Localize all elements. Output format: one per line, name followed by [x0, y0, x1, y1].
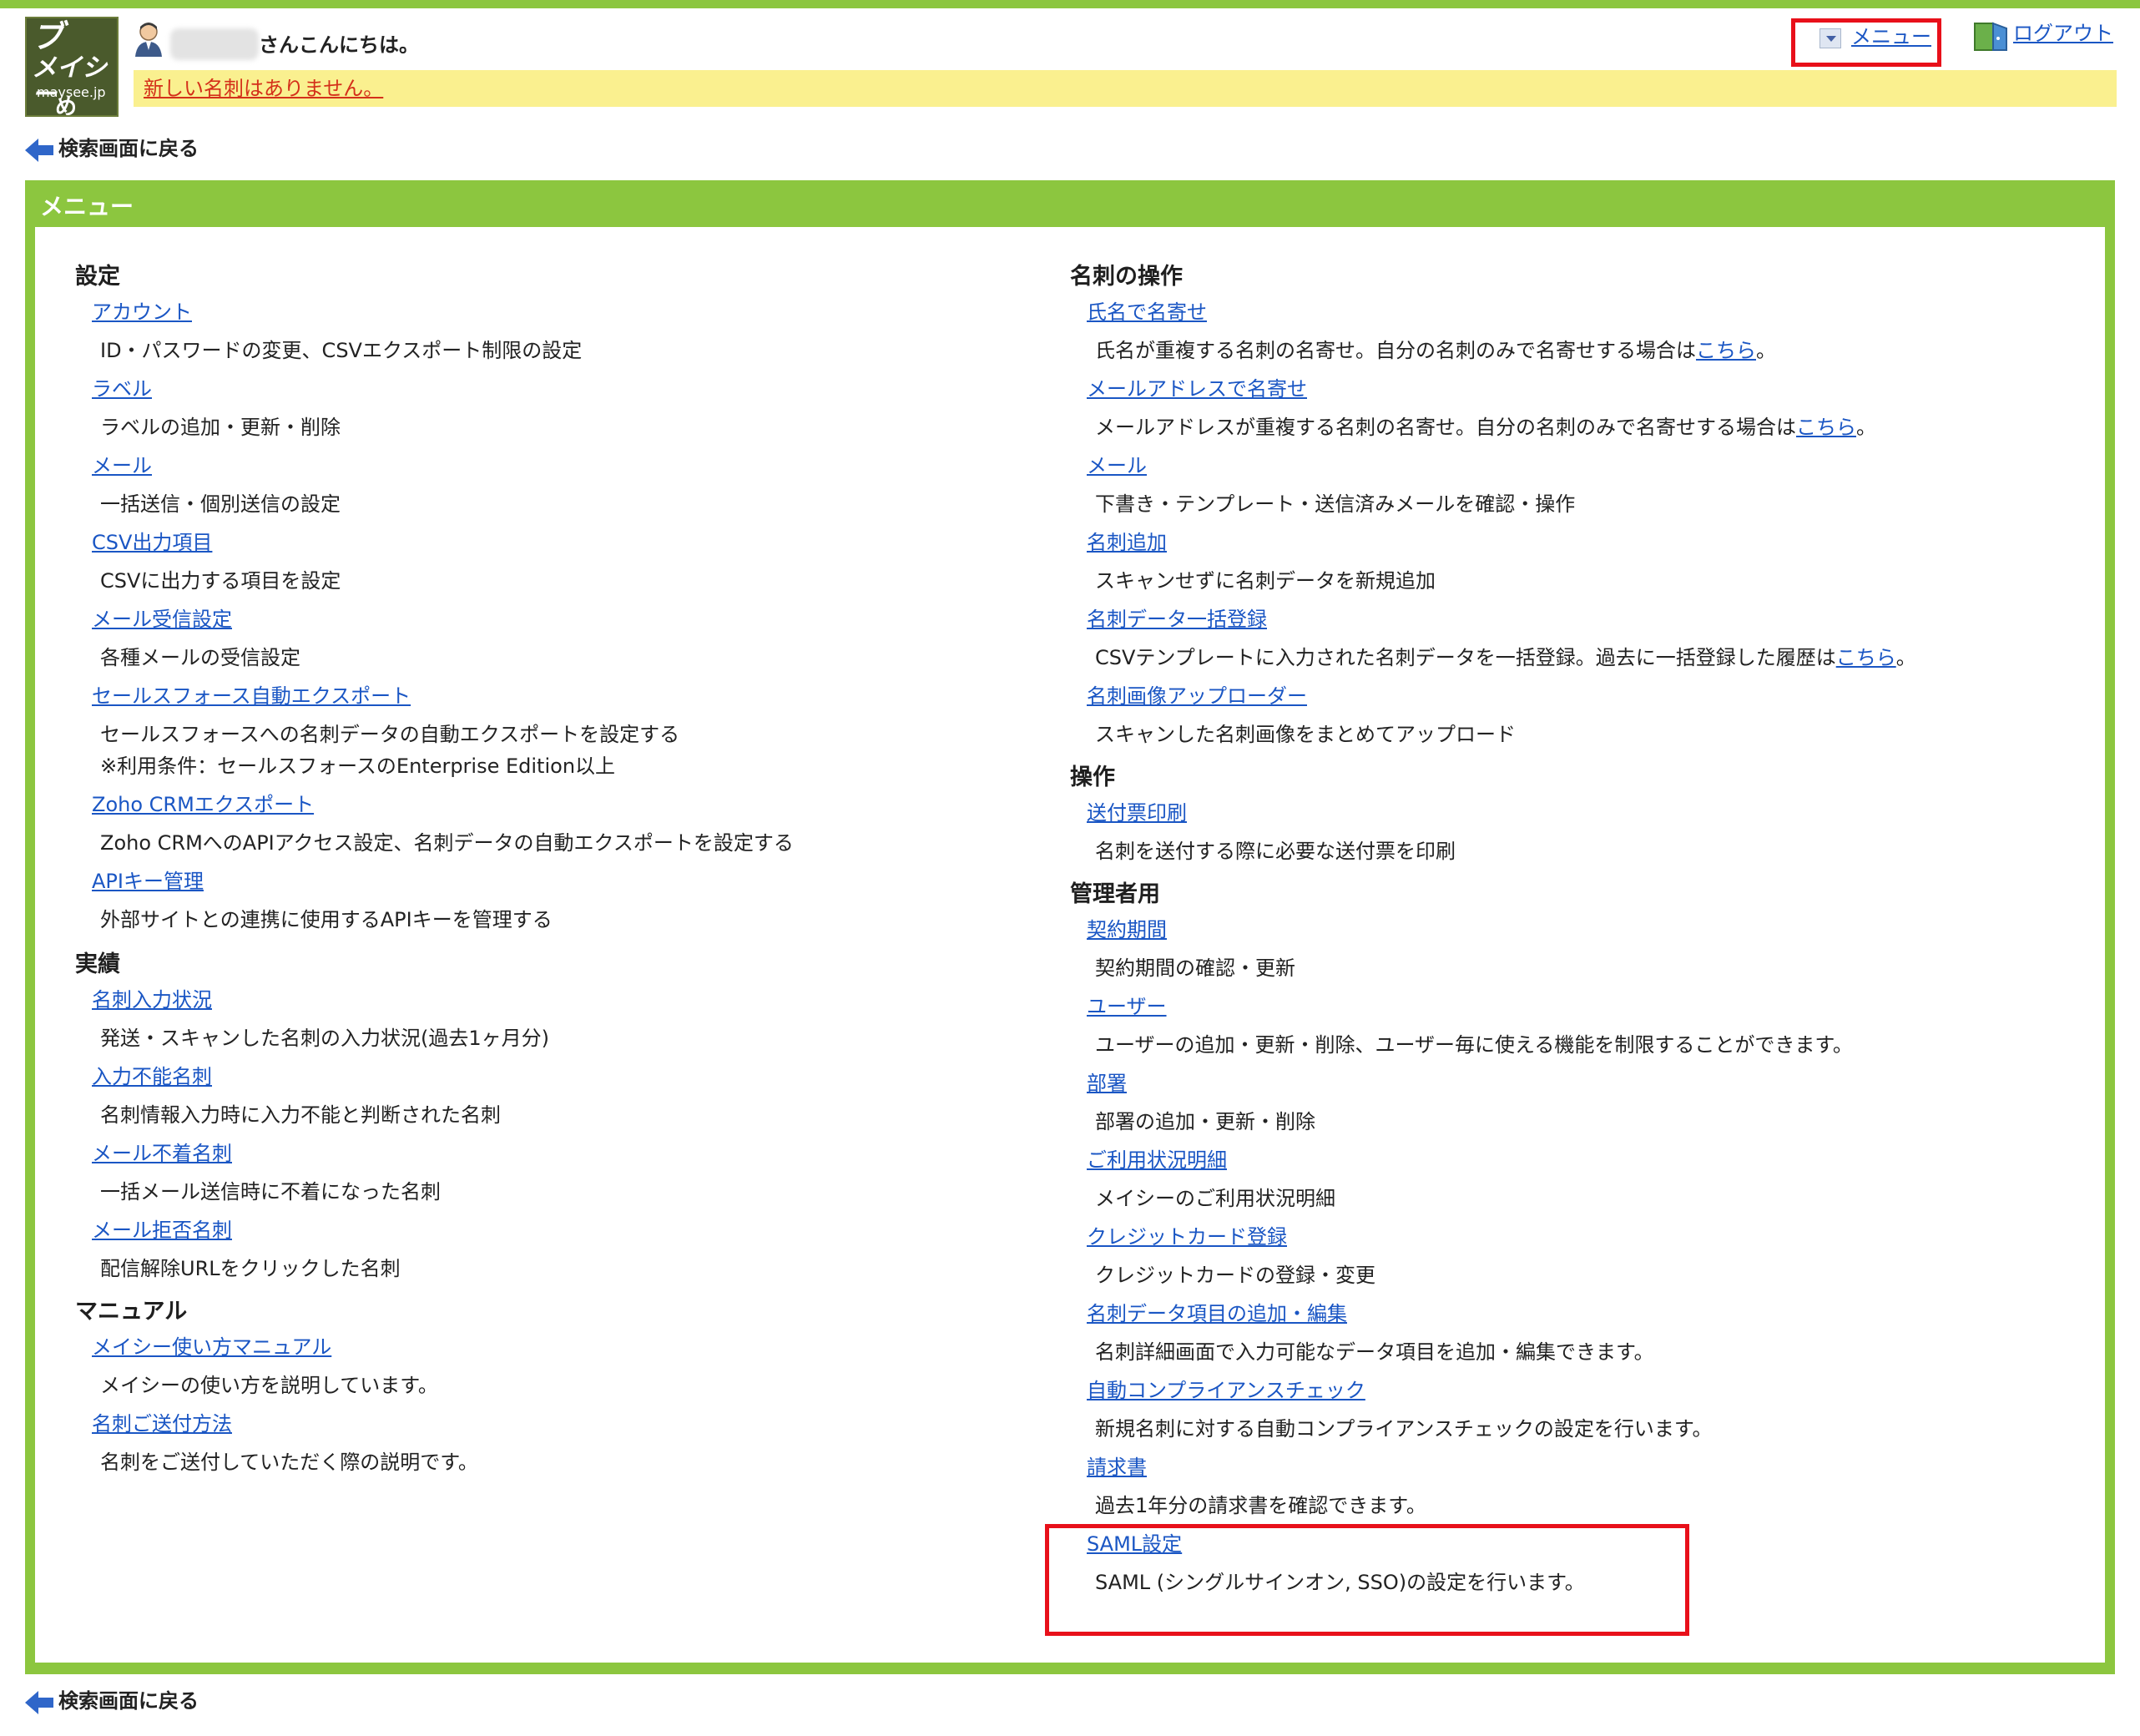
link-merge-by-name[interactable]: 氏名で名寄せ	[1087, 297, 1207, 327]
maysee-logo[interactable]: ブ メイシー maysee.jp め	[25, 17, 119, 117]
link-compliance-check[interactable]: 自動コンプライアンスチェック	[1087, 1375, 1365, 1405]
notice-bar: 新しい名刺はありません。	[134, 70, 2117, 107]
link-users[interactable]: ユーザー	[1087, 992, 1167, 1022]
link-undelivered-cards[interactable]: メール不着名刺	[92, 1138, 232, 1168]
panel-title: メニュー	[40, 193, 134, 220]
desc-merge-by-email: メールアドレスが重複する名刺の名寄せ。自分の名刺のみで名寄せする場合はこちら。	[1095, 416, 1876, 439]
desc-account: ID・パスワードの変更、CSVエクスポート制限の設定	[100, 339, 583, 362]
desc-print-slip: 名刺を送付する際に必要な送付票を印刷	[1095, 840, 1456, 863]
heading-card-ops: 名刺の操作	[1070, 264, 1183, 290]
desc-undelivered-cards: 一括メール送信時に不着になった名刺	[100, 1180, 441, 1204]
desc-card-data-fields: 名刺詳細画面で入力可能なデータ項目を追加・編集できます。	[1095, 1340, 1654, 1364]
desc-sending-method: 名刺をご送付していただく際の説明です。	[100, 1451, 478, 1474]
link-uninputtable-cards[interactable]: 入力不能名刺	[92, 1062, 212, 1092]
user-avatar-icon	[135, 23, 162, 57]
desc-contract-period: 契約期間の確認・更新	[1095, 956, 1295, 980]
link-image-uploader[interactable]: 名刺画像アップローダー	[1087, 681, 1307, 711]
desc-bulk-register: CSVテンプレートに入力された名刺データを一括登録。過去に一括登録した履歴はこち…	[1095, 646, 1916, 669]
link-label[interactable]: ラベル	[92, 374, 152, 404]
back-to-search-link-bottom[interactable]: 検索画面に戻る	[58, 1688, 199, 1714]
desc-users: ユーザーの追加・更新・削除、ユーザー毎に使える機能を制限することができます。	[1095, 1033, 1853, 1057]
desc-salesforce-export: セールスフォースへの名刺データの自動エクスポートを設定する	[100, 723, 680, 746]
desc-salesforce-condition: ※利用条件：セールスフォースのEnterprise Edition以上	[100, 754, 616, 778]
logo-line-4: め	[55, 95, 78, 117]
heading-results: 実績	[75, 951, 120, 977]
desc-image-uploader: スキャンした名刺画像をまとめてアップロード	[1095, 723, 1516, 746]
link-mail-receive[interactable]: メール受信設定	[92, 604, 232, 634]
logo-line-1: ブ	[32, 18, 64, 55]
link-api-key[interactable]: APIキー管理	[92, 866, 204, 896]
merge-by-name-own-link[interactable]: こちら	[1696, 339, 1756, 362]
desc-csv-output: CSVに出力する項目を設定	[100, 569, 341, 593]
link-bulk-register[interactable]: 名刺データ一括登録	[1087, 604, 1267, 634]
heading-admin: 管理者用	[1070, 881, 1160, 907]
back-to-search-link-top[interactable]: 検索画面に戻る	[58, 135, 199, 162]
desc-credit-card: クレジットカードの登録・変更	[1095, 1264, 1375, 1287]
link-card-data-fields[interactable]: 名刺データ項目の追加・編集	[1087, 1299, 1347, 1329]
desc-add-card: スキャンせずに名刺データを新規追加	[1095, 569, 1436, 593]
link-salesforce-export[interactable]: セールスフォース自動エクスポート	[92, 681, 411, 711]
desc-api-key: 外部サイトとの連携に使用するAPIキーを管理する	[100, 908, 553, 931]
chevron-down-icon[interactable]	[1820, 28, 1841, 48]
menu-content: 設定 アカウント ID・パスワードの変更、CSVエクスポート制限の設定 ラベル …	[35, 227, 2105, 1663]
heading-settings: 設定	[75, 264, 120, 290]
greeting-text: さんこんにちは。	[259, 33, 419, 57]
menu-panel: メニュー 設定 アカウント ID・パスワードの変更、CSVエクスポート制限の設定…	[25, 180, 2115, 1674]
link-csv-output[interactable]: CSV出力項目	[92, 527, 212, 558]
merge-by-email-own-link[interactable]: こちら	[1796, 416, 1856, 439]
link-mail[interactable]: メール	[1087, 451, 1147, 481]
top-accent-stripe	[0, 0, 2140, 8]
desc-compliance-check: 新規名刺に対する自動コンプライアンスチェックの設定を行います。	[1095, 1417, 1713, 1441]
link-invoices[interactable]: 請求書	[1087, 1452, 1147, 1482]
back-arrow-icon[interactable]	[25, 137, 55, 164]
link-mail-settings[interactable]: メール	[92, 451, 152, 481]
username-redacted	[170, 28, 259, 60]
link-credit-card[interactable]: クレジットカード登録	[1087, 1222, 1287, 1252]
desc-zoho-export: Zoho CRMへのAPIアクセス設定、名刺データの自動エクスポートを設定する	[100, 831, 794, 855]
link-contract-period[interactable]: 契約期間	[1087, 915, 1167, 945]
desc-usage-details: メイシーのご利用状況明細	[1095, 1187, 1335, 1210]
desc-rejected-cards: 配信解除URLをクリックした名刺	[100, 1257, 401, 1280]
link-usage-manual[interactable]: メイシー使い方マニュアル	[92, 1332, 331, 1362]
logout-link[interactable]: ログアウト	[2013, 18, 2113, 48]
new-cards-notice-link[interactable]: 新しい名刺はありません。	[144, 73, 383, 103]
link-input-status[interactable]: 名刺入力状況	[92, 985, 212, 1015]
link-account[interactable]: アカウント	[92, 297, 192, 327]
desc-merge-by-name: 氏名が重複する名刺の名寄せ。自分の名刺のみで名寄せする場合はこちら。	[1095, 339, 1776, 362]
desc-usage-manual: メイシーの使い方を説明しています。	[100, 1374, 438, 1397]
link-print-slip[interactable]: 送付票印刷	[1087, 798, 1187, 828]
desc-uninputtable-cards: 名刺情報入力時に入力不能と判断された名刺	[100, 1103, 501, 1127]
link-departments[interactable]: 部署	[1087, 1068, 1127, 1098]
link-rejected-cards[interactable]: メール拒否名刺	[92, 1215, 232, 1245]
heading-manual: マニュアル	[75, 1299, 188, 1325]
link-sending-method[interactable]: 名刺ご送付方法	[92, 1409, 232, 1439]
link-zoho-export[interactable]: Zoho CRMエクスポート	[92, 790, 314, 820]
link-usage-details[interactable]: ご利用状況明細	[1087, 1145, 1227, 1175]
desc-departments: 部署の追加・更新・削除	[1095, 1110, 1315, 1133]
heading-ops: 操作	[1070, 765, 1115, 790]
saml-highlight-box	[1045, 1524, 1689, 1636]
menu-link[interactable]: メニュー	[1851, 22, 1931, 52]
bulk-register-history-link[interactable]: こちら	[1836, 646, 1896, 669]
link-merge-by-email[interactable]: メールアドレスで名寄せ	[1087, 374, 1307, 404]
desc-label: ラベルの追加・更新・削除	[100, 416, 341, 439]
desc-mail-settings: 一括送信・個別送信の設定	[100, 492, 341, 516]
logout-door-icon	[1974, 22, 2007, 51]
back-arrow-icon[interactable]	[25, 1689, 55, 1716]
desc-input-status: 発送・スキャンした名刺の入力状況(過去1ヶ月分)	[100, 1027, 549, 1050]
link-add-card[interactable]: 名刺追加	[1087, 527, 1167, 558]
desc-invoices: 過去1年分の請求書を確認できます。	[1095, 1494, 1426, 1517]
desc-mail: 下書き・テンプレート・送信済みメールを確認・操作	[1095, 492, 1576, 516]
desc-mail-receive: 各種メールの受信設定	[100, 646, 300, 669]
